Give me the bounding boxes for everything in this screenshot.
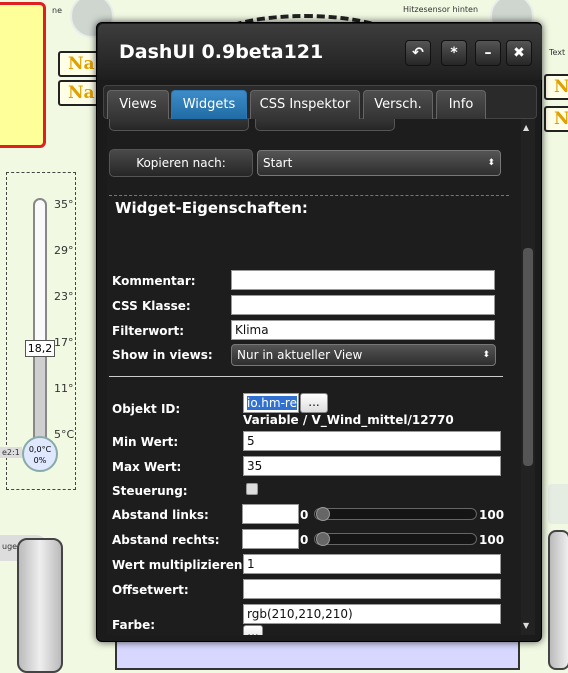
abstand-rechts-input[interactable] [242, 529, 299, 549]
show-in-views-label: Show in views: [112, 348, 213, 362]
copy-to-button[interactable]: Kopieren nach: [109, 149, 253, 177]
abstand-links-label: Abstand links: [112, 508, 209, 522]
show-in-views-select[interactable]: Nur in aktueller View ⬍ [231, 344, 496, 366]
css-klasse-label: CSS Klasse: [112, 299, 191, 313]
abstand-rechts-slider-handle[interactable] [316, 532, 330, 546]
side-label: e2:1 [0, 447, 22, 458]
na-widget: Na [544, 74, 568, 100]
dialog-titlebar[interactable]: DashUI 0.9beta121 ↶ * – ✖ [98, 24, 542, 80]
na-widget: Na [544, 106, 568, 132]
dashui-dialog: DashUI 0.9beta121 ↶ * – ✖ Views Widgets … [96, 22, 542, 642]
wert-multiplizieren-label: Wert multiplizieren: [112, 558, 248, 572]
vertical-bar-widget [17, 538, 63, 673]
thermometer-bulb: 0,0°C 0% [22, 436, 58, 472]
select-arrows-icon: ⬍ [487, 158, 495, 168]
min-wert-input[interactable]: 5 [243, 431, 501, 451]
select-arrows-icon: ⬍ [482, 350, 490, 360]
abstand-rechts-min: 0 [300, 533, 309, 547]
close-button[interactable]: ✖ [506, 40, 532, 66]
objekt-id-browse-button[interactable]: ... [300, 393, 328, 413]
offsetwert-label: Offsetwert: [112, 583, 189, 597]
small-widget [548, 484, 568, 524]
tab-css-inspektor[interactable]: CSS Inspektor [250, 90, 360, 120]
abstand-links-slider[interactable] [314, 508, 477, 520]
min-wert-label: Min Wert: [112, 435, 179, 449]
copy-to-select[interactable]: Start ⬍ [257, 150, 501, 176]
css-klasse-input[interactable] [231, 295, 495, 315]
abstand-links-input[interactable] [242, 504, 299, 524]
widget-label-right: Hitzesensor hinten [403, 5, 479, 14]
steuerung-label: Steuerung: [112, 484, 188, 498]
undo-button[interactable]: ↶ [405, 40, 431, 66]
kommentar-label: Kommentar: [112, 274, 196, 288]
purple-widget [115, 640, 520, 670]
objekt-id-input[interactable]: io.hm-re [243, 393, 299, 413]
tab-versch[interactable]: Versch. [363, 90, 433, 120]
scrollbar-thumb[interactable] [523, 248, 533, 466]
objekt-id-hint: Variable / V_Wind_mittel/12770 [243, 413, 454, 427]
text-label: Text [549, 48, 566, 57]
minimize-button[interactable]: – [475, 40, 501, 66]
bulb-line: 0% [33, 456, 47, 465]
copy-to-selected: Start [263, 156, 293, 170]
scrolled-button[interactable] [109, 119, 249, 131]
wert-multiplizieren-input[interactable]: 1 [243, 554, 501, 574]
farbe-label: Farbe: [112, 618, 156, 632]
abstand-links-min: 0 [300, 508, 309, 522]
scrolled-button[interactable] [255, 119, 395, 131]
thermometer-fill [35, 346, 45, 446]
objekt-id-selection: io.hm-re [247, 396, 297, 410]
tick-label: 5°C [54, 428, 75, 441]
scroll-up-icon[interactable]: ▲ [523, 123, 529, 132]
show-in-views-selected: Nur in aktueller View [237, 348, 363, 362]
tab-views[interactable]: Views [107, 90, 169, 120]
filterwort-label: Filterwort: [112, 324, 184, 338]
section-divider [109, 195, 509, 196]
abstand-rechts-label: Abstand rechts: [112, 533, 220, 547]
section-divider [109, 376, 503, 377]
abstand-links-slider-handle[interactable] [316, 507, 330, 521]
star-button[interactable]: * [441, 40, 467, 66]
kommentar-input[interactable] [231, 270, 495, 290]
abstand-rechts-max: 100 [479, 533, 505, 547]
tab-widgets[interactable]: Widgets [171, 90, 247, 120]
tab-bar: Views Widgets CSS Inspektor Versch. Info [103, 85, 537, 120]
vertical-bar-widget [548, 530, 568, 670]
tick-label: 35° [54, 198, 74, 211]
section-title: Widget-Eigenschaften: [115, 199, 308, 217]
max-wert-label: Max Wert: [112, 460, 182, 474]
thermometer-value: 18,2 [25, 340, 55, 357]
offsetwert-input[interactable] [243, 579, 501, 599]
objekt-id-label: Objekt ID: [112, 402, 181, 416]
tick-label: 29° [54, 244, 74, 257]
steuerung-checkbox[interactable] [246, 483, 258, 495]
bulb-line: 0,0°C [28, 445, 52, 454]
tab-info[interactable]: Info [436, 90, 486, 120]
tick-label: 11° [54, 382, 74, 395]
tick-label: 17° [54, 336, 74, 349]
dialog-title: DashUI 0.9beta121 [119, 41, 324, 63]
farbe-picker-button[interactable]: ... [243, 625, 263, 635]
scroll-down-icon[interactable]: ▼ [523, 621, 529, 630]
widget-label-left: ne [52, 6, 62, 15]
widget-properties-panel: Kopieren nach: Start ⬍ Widget-Eigenschaf… [107, 119, 527, 635]
abstand-links-max: 100 [479, 508, 505, 522]
yellow-widget [0, 2, 46, 148]
tick-label: 23° [54, 290, 74, 303]
farbe-input[interactable]: rgb(210,210,210) [243, 604, 501, 624]
max-wert-input[interactable]: 35 [243, 456, 501, 476]
abstand-rechts-slider[interactable] [314, 533, 477, 545]
filterwort-input[interactable]: Klima [231, 320, 495, 340]
